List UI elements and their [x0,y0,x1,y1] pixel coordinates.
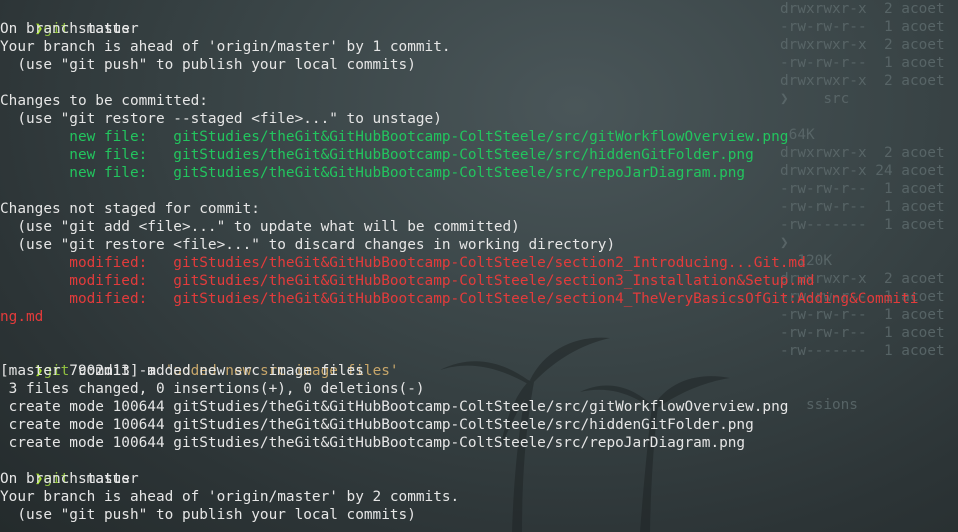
output-line: (use "git push" to publish your local co… [0,507,416,523]
staged-path: gitStudies/theGit&GitHubBootcamp-ColtSte… [173,147,754,163]
output-line: 3 files changed, 0 insertions(+), 0 dele… [0,381,425,397]
output-line: create mode 100644 gitStudies/theGit&Git… [0,435,746,451]
modified-label: modified: [0,291,174,307]
output-line: (use "git add <file>..." to update what … [0,219,520,235]
output-line: Changes to be committed: [0,93,208,109]
output-line: (use "git push" to publish your local co… [0,57,416,73]
output-line: Changes not staged for commit: [0,201,260,217]
staged-file-line: new file: gitStudies/theGit&GitHubBootca… [0,146,958,164]
modified-path: gitStudies/theGit&GitHubBootcamp-ColtSte… [173,273,815,289]
modified-path: gitStudies/theGit&GitHubBootcamp-ColtSte… [173,255,806,271]
staged-path: gitStudies/theGit&GitHubBootcamp-ColtSte… [173,165,746,181]
command-line: ❯git commit -m 'added new src image file… [0,344,958,379]
staged-label: new file: [0,129,174,145]
modified-label: modified: [0,273,174,289]
staged-file-line: new file: gitStudies/theGit&GitHubBootca… [0,164,958,182]
output-line: create mode 100644 gitStudies/theGit&Git… [0,399,789,415]
staged-label: new file: [0,165,174,181]
output-line: Your branch is ahead of 'origin/master' … [0,489,460,505]
output-line: On branch master [0,471,139,487]
modified-file-line: modified: gitStudies/theGit&GitHubBootca… [0,272,958,290]
modified-file-line: modified: gitStudies/theGit&GitHubBootca… [0,254,958,272]
command-line: ❯git status [0,452,958,487]
output-line: On branch master [0,21,139,37]
modified-path: gitStudies/theGit&GitHubBootcamp-ColtSte… [173,291,919,307]
staged-path: gitStudies/theGit&GitHubBootcamp-ColtSte… [173,129,789,145]
output-line: (use "git restore <file>..." to discard … [0,237,616,253]
terminal-output[interactable]: ❯git status On branch master Your branch… [0,2,958,532]
modified-file-line: modified: gitStudies/theGit&GitHubBootca… [0,290,958,308]
output-line: [master 7902d13] added new src image fil… [0,363,364,379]
modified-file-wrap: ng.md [0,309,44,325]
output-line: create mode 100644 gitStudies/theGit&Git… [0,417,754,433]
command-line: ❯git status [0,2,958,37]
output-line: (use "git restore --staged <file>..." to… [0,111,442,127]
staged-label: new file: [0,147,174,163]
staged-file-line: new file: gitStudies/theGit&GitHubBootca… [0,128,958,146]
output-line: Your branch is ahead of 'origin/master' … [0,39,451,55]
modified-label: modified: [0,255,174,271]
